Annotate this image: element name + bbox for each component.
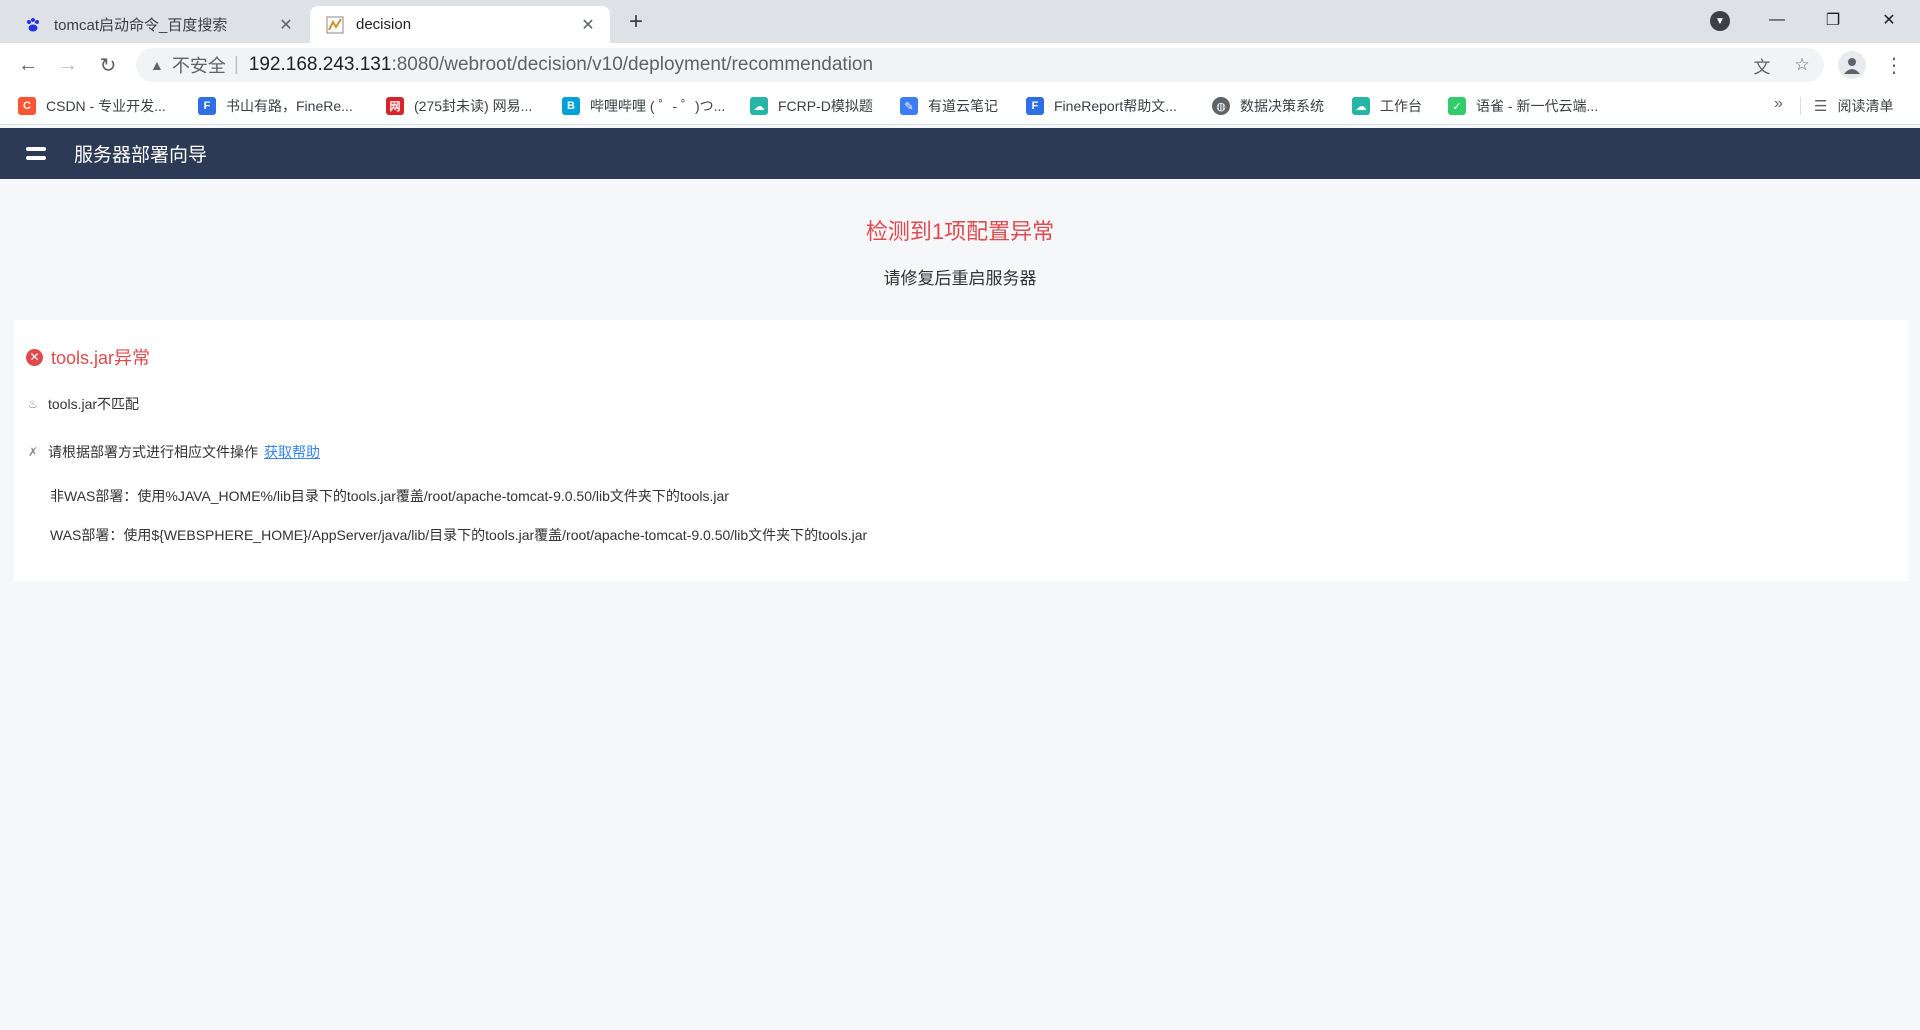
instruction-text: 请根据部署方式进行相应文件操作 [48,444,258,460]
reading-list-icon: ☰ [1814,98,1828,115]
wrench-icon: ✗ [27,445,39,459]
forward-icon[interactable]: → [54,51,82,79]
address-bar[interactable]: ▲ 不安全 | 192.168.243.131 :8080/webroot/de… [136,48,1824,82]
error-heading: ✕ tools.jar异常 [26,344,150,370]
detection-summary: 检测到1项配置异常 请修复后重启服务器 [0,214,1920,289]
error-reason-row: ♨ tools.jar不匹配 [26,394,139,414]
reading-list-button[interactable]: ☰ 阅读清单 [1814,95,1893,117]
bookmark-star-icon[interactable]: ☆ [1788,51,1816,79]
decision-favicon [326,16,344,34]
bookmark-fcrp[interactable]: ☁ FCRP-D模拟题 [750,95,873,117]
url-path: :8080/webroot/decision/v10/deployment/re… [391,54,874,75]
bookmark-divider [1800,97,1801,115]
browser-tab-strip: tomcat启动命令_百度搜索 ✕ decision ✕ + ▼ — ❐ ✕ [0,0,1920,43]
app-header: 服务器部署向导 [0,128,1920,179]
bookmark-label: (275封未读) 网易... [414,98,533,114]
profile-avatar-icon[interactable] [1838,51,1866,79]
bookmark-finereport-help[interactable]: F FineReport帮助文... [1026,95,1177,117]
youdao-note-icon: ✎ [900,97,918,115]
baidu-paw-icon [24,16,42,34]
non-was-step: 非WAS部署：使用%JAVA_HOME%/lib目录下的tools.jar覆盖/… [50,488,729,504]
was-step: WAS部署：使用${WEBSPHERE_HOME}/AppServer/java… [50,527,868,543]
tab-title: decision [356,16,412,33]
alarm-icon: ♨ [27,397,39,411]
error-panel: ✕ tools.jar异常 ♨ tools.jar不匹配 ✗ 请根据部署方式进行… [14,320,1908,581]
reload-icon[interactable]: ↻ [94,51,122,79]
bookmark-label: 工作台 [1380,98,1422,114]
csdn-icon: C [18,97,36,115]
bookmark-label: 哔哩哔哩 ( ゜- ゜)つ... [590,98,726,114]
bookmark-yuque[interactable]: ✓ 语雀 - 新一代云端... [1448,95,1598,117]
bookmark-youdao-note[interactable]: ✎ 有道云笔记 [900,95,998,117]
globe-icon: ◍ [1212,97,1230,115]
bookmark-163-mail[interactable]: 网 (275封未读) 网易... [386,95,532,117]
error-x-icon: ✕ [26,348,43,366]
instruction-row: ✗ 请根据部署方式进行相应文件操作 获取帮助 [26,442,320,462]
alert-subtitle: 请修复后重启服务器 [883,269,1037,288]
tab-baidu-search[interactable]: tomcat启动命令_百度搜索 ✕ [8,6,308,43]
bookmark-workbench[interactable]: ☁ 工作台 [1352,95,1422,117]
cloud-icon: ☁ [750,97,768,115]
tab-decision[interactable]: decision ✕ [310,6,610,43]
tab-search-icon[interactable]: ▼ [1710,11,1730,31]
close-tab-icon[interactable]: ✕ [578,15,598,35]
bookmark-label: CSDN - 专业开发... [46,98,166,114]
finereport-icon: F [198,97,216,115]
bookmark-label: 书山有路，FineRe... [226,98,353,114]
netease-mail-icon: 网 [386,97,404,115]
translate-icon[interactable]: 文 [1748,51,1776,79]
bookmark-decision-system[interactable]: ◍ 数据决策系统 [1212,95,1324,117]
error-title: tools.jar异常 [51,348,151,368]
bookmark-label: FCRP-D模拟题 [778,98,873,114]
browser-toolbar: ← → ↻ ▲ 不安全 | 192.168.243.131 :8080/webr… [0,43,1920,87]
restore-icon[interactable]: ❐ [1810,0,1856,40]
bookmark-label: 数据决策系统 [1240,98,1324,114]
browser-menu-icon[interactable]: ⋮ [1880,51,1908,79]
finereport-icon: F [1026,97,1044,115]
minimize-icon[interactable]: — [1754,0,1800,40]
reading-list-label: 阅读清单 [1837,98,1894,114]
close-tab-icon[interactable]: ✕ [276,15,296,35]
tab-title: tomcat启动命令_百度搜索 [54,17,228,34]
bookmark-label: 有道云笔记 [928,98,998,114]
url-separator: | [233,54,239,75]
more-bookmarks-icon[interactable]: » [1774,95,1783,113]
bookmark-label: FineReport帮助文... [1054,98,1177,114]
close-window-icon[interactable]: ✕ [1866,0,1912,40]
warning-icon: ▲ [150,57,164,73]
bookmark-csdn[interactable]: C CSDN - 专业开发... [18,95,166,117]
get-help-link[interactable]: 获取帮助 [264,442,320,462]
bilibili-icon: B [562,97,580,115]
yuque-icon: ✓ [1448,97,1466,115]
url-host: 192.168.243.131 [248,54,392,75]
error-reason: tools.jar不匹配 [48,396,140,412]
deployment-wizard-logo-icon [26,142,50,166]
bookmark-finereport-forum[interactable]: F 书山有路，FineRe... [198,95,353,117]
alert-title: 检测到1项配置异常 [865,219,1055,244]
bookmarks-bar: C CSDN - 专业开发... F 书山有路，FineRe... 网 (275… [0,87,1920,125]
back-icon[interactable]: ← [14,51,42,79]
app-title: 服务器部署向导 [74,145,208,166]
bookmark-label: 语雀 - 新一代云端... [1476,98,1599,114]
bookmark-bilibili[interactable]: B 哔哩哔哩 ( ゜- ゜)つ... [562,95,725,117]
insecure-label: 不安全 [171,56,226,76]
new-tab-button[interactable]: + [622,8,650,36]
cloud-icon: ☁ [1352,97,1370,115]
